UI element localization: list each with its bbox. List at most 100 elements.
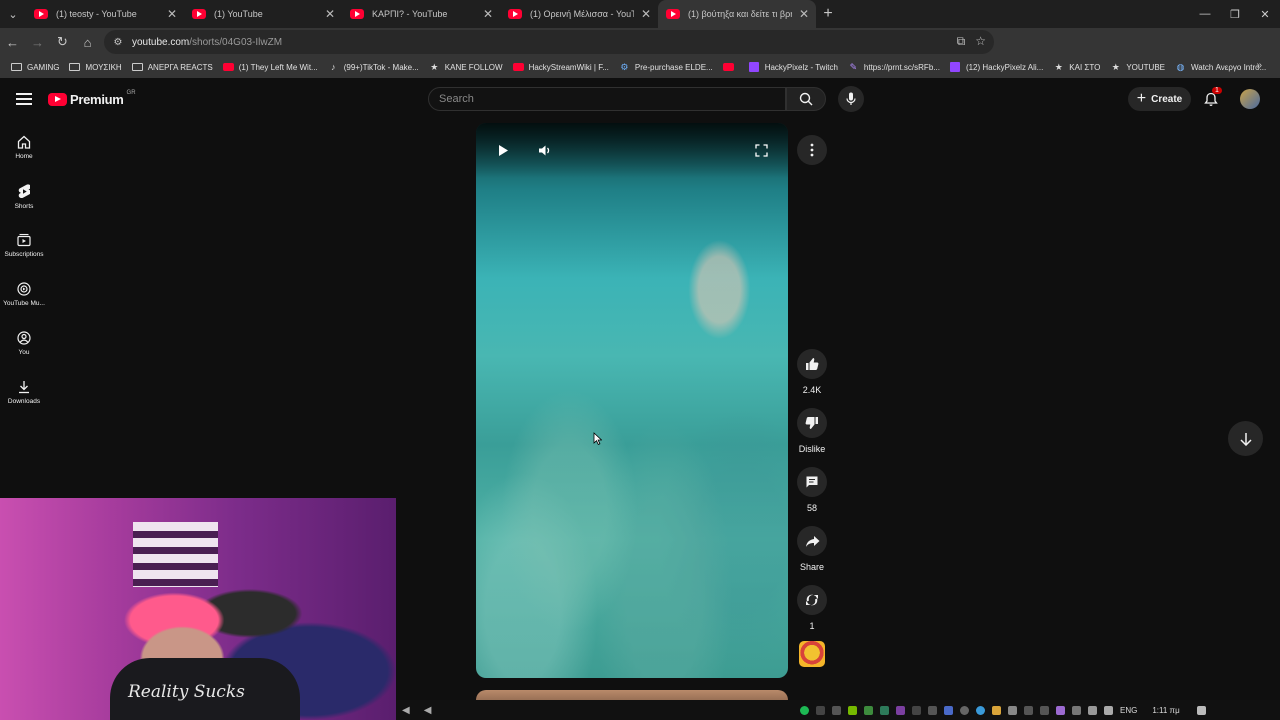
bookmark-link[interactable]: HackyPixelz - Twitch bbox=[744, 56, 843, 78]
microphone-tray-icon[interactable] bbox=[1072, 705, 1081, 715]
sidebar-item-subscriptions[interactable]: Subscriptions bbox=[0, 218, 48, 267]
url-text[interactable]: youtube.com/shorts/04G03-IlwZM bbox=[132, 37, 282, 48]
tray-app-icon[interactable] bbox=[1040, 705, 1049, 715]
tray-app-icon[interactable] bbox=[960, 705, 969, 715]
tray-app-icon[interactable] bbox=[992, 705, 1001, 715]
share-button[interactable] bbox=[797, 526, 827, 556]
browser-tab[interactable]: (1) YouTube ✕ bbox=[184, 0, 342, 28]
browser-tab[interactable]: (1) Ορεινή Μέλισσα - YouTube ✕ bbox=[500, 0, 658, 28]
network-icon[interactable] bbox=[1104, 705, 1113, 715]
tray-app-icon[interactable] bbox=[1056, 705, 1065, 715]
clock-time[interactable]: 1:11 πμ bbox=[1152, 706, 1179, 715]
search-input[interactable]: Search bbox=[428, 87, 786, 111]
bookmark-folder[interactable]: ΑΝΕΡΓΑ REACTS bbox=[127, 56, 218, 78]
input-language[interactable]: ENG bbox=[1120, 706, 1137, 715]
notification-center-icon[interactable] bbox=[1196, 705, 1206, 715]
bookmark-link[interactable]: ✎ https://prnt.sc/sRFb... bbox=[843, 56, 945, 78]
site-info-icon[interactable]: ⚙ bbox=[110, 37, 126, 48]
tray-app-icon[interactable] bbox=[1008, 705, 1017, 715]
tray-app-icon[interactable] bbox=[1024, 705, 1033, 715]
tray-app-icon[interactable] bbox=[928, 705, 937, 715]
home-icon bbox=[17, 135, 31, 149]
sidebar-item-youtube-music[interactable]: YouTube Mu... bbox=[0, 267, 48, 316]
restore-icon[interactable]: ❐ bbox=[1220, 0, 1250, 28]
bookmark-link[interactable]: ★ KANE FOLLOW bbox=[424, 56, 508, 78]
reload-icon[interactable]: ↻ bbox=[50, 28, 75, 56]
like-button[interactable] bbox=[797, 349, 827, 379]
tray-app-icon[interactable] bbox=[880, 705, 889, 715]
notifications-button[interactable]: 1 bbox=[1200, 87, 1222, 110]
nvidia-icon[interactable] bbox=[848, 705, 857, 715]
voice-search-button[interactable] bbox=[838, 86, 864, 112]
tray-app-icon[interactable] bbox=[832, 705, 841, 715]
search-button[interactable] bbox=[786, 87, 826, 111]
forward-icon[interactable]: → bbox=[25, 28, 50, 56]
remix-button[interactable] bbox=[797, 585, 827, 615]
bookmark-link[interactable]: ★ ΚΑΙ ΣΤΟ bbox=[1048, 56, 1105, 78]
comments-button[interactable] bbox=[797, 467, 827, 497]
dislike-button[interactable] bbox=[797, 408, 827, 438]
close-tab-icon[interactable]: ✕ bbox=[160, 7, 184, 21]
spotify-icon[interactable] bbox=[800, 705, 809, 715]
tab-search-button[interactable]: ⌄ bbox=[0, 0, 26, 28]
fullscreen-button[interactable] bbox=[751, 140, 771, 160]
youtube-icon bbox=[722, 62, 734, 73]
bookmark-link[interactable]: ★ YOUTUBE bbox=[1105, 56, 1170, 78]
new-tab-button[interactable]: + bbox=[816, 5, 840, 23]
close-window-icon[interactable]: ✕ bbox=[1250, 0, 1280, 28]
bookmark-link[interactable]: (12) HackyPixelz Ali... bbox=[945, 56, 1048, 78]
home-button-icon[interactable]: ⌂ bbox=[75, 28, 100, 56]
bookmark-link[interactable] bbox=[718, 56, 744, 78]
bookmark-link[interactable]: HackyStreamWiki | F... bbox=[508, 56, 614, 78]
dislike-label: Dislike bbox=[798, 444, 826, 454]
omnibox[interactable]: ⚙ youtube.com/shorts/04G03-IlwZM ⧉ ☆ bbox=[104, 30, 994, 54]
more-bookmarks-icon[interactable]: » bbox=[1256, 60, 1262, 71]
minimize-icon[interactable]: — bbox=[1190, 0, 1220, 28]
sound-thumbnail[interactable] bbox=[799, 641, 825, 667]
speaker-icon[interactable]: ◀ bbox=[424, 705, 432, 716]
search-icon bbox=[799, 92, 813, 106]
sidebar-item-home[interactable]: Home bbox=[0, 120, 48, 169]
bookmark-star-icon[interactable]: ☆ bbox=[975, 34, 986, 49]
more-actions-button[interactable] bbox=[797, 135, 827, 165]
close-tab-icon[interactable]: ✕ bbox=[634, 7, 658, 21]
create-button[interactable]: + Create bbox=[1128, 87, 1191, 111]
browser-tab-active[interactable]: (1) βούτηξα και δείτε τι βρήκα ✕ bbox=[658, 0, 816, 28]
close-tab-icon[interactable]: ✕ bbox=[792, 7, 816, 21]
battery-icon[interactable] bbox=[1088, 705, 1097, 715]
bookmark-folder[interactable]: ΜΟΥΣΙΚΗ bbox=[64, 56, 126, 78]
youtube-premium-logo[interactable]: Premium GR bbox=[48, 90, 136, 107]
tray-app-icon[interactable] bbox=[816, 705, 825, 715]
next-short-button[interactable] bbox=[1228, 421, 1263, 456]
back-icon[interactable]: ← bbox=[0, 28, 25, 56]
tray-app-icon[interactable] bbox=[976, 705, 985, 715]
close-tab-icon[interactable]: ✕ bbox=[476, 7, 500, 21]
bookmark-link[interactable]: ♪ (99+)TikTok - Make... bbox=[323, 56, 424, 78]
thumbs-up-icon bbox=[806, 358, 819, 370]
sidebar-item-shorts[interactable]: Shorts bbox=[0, 169, 48, 218]
browser-tab[interactable]: (1) teosty - YouTube ✕ bbox=[26, 0, 184, 28]
you-icon bbox=[17, 331, 31, 345]
install-app-icon[interactable]: ⧉ bbox=[957, 34, 966, 49]
mute-button[interactable] bbox=[535, 140, 555, 160]
shirt-print-text: Reality Sucks bbox=[128, 682, 245, 702]
hamburger-menu-icon[interactable] bbox=[16, 93, 32, 105]
window-controls: — ❐ ✕ bbox=[1190, 0, 1280, 28]
tray-app-icon[interactable] bbox=[944, 705, 953, 715]
bookmark-link[interactable]: (1) They Left Me Wit... bbox=[218, 56, 323, 78]
tray-app-icon[interactable] bbox=[912, 705, 921, 715]
bookmark-folder[interactable]: GAMING bbox=[6, 56, 64, 78]
browser-tab[interactable]: ΚΑΡΠΙ? - YouTube ✕ bbox=[342, 0, 500, 28]
sidebar-item-downloads[interactable]: Downloads bbox=[0, 365, 48, 414]
onenote-icon[interactable] bbox=[896, 705, 905, 715]
shorts-video-player[interactable] bbox=[476, 123, 788, 678]
url-host: youtube.com bbox=[132, 36, 190, 48]
bookmark-link[interactable]: ⚙ Pre-purchase ELDE... bbox=[614, 56, 718, 78]
speaker-icon[interactable]: ◀ bbox=[402, 705, 410, 716]
sidebar-item-you[interactable]: You bbox=[0, 316, 48, 365]
mini-guide-sidebar: Home Shorts Subscriptions YouTube Mu... … bbox=[0, 120, 48, 414]
account-avatar[interactable] bbox=[1240, 89, 1260, 109]
tray-app-icon[interactable] bbox=[864, 705, 873, 715]
play-button[interactable] bbox=[493, 140, 513, 160]
close-tab-icon[interactable]: ✕ bbox=[318, 7, 342, 21]
